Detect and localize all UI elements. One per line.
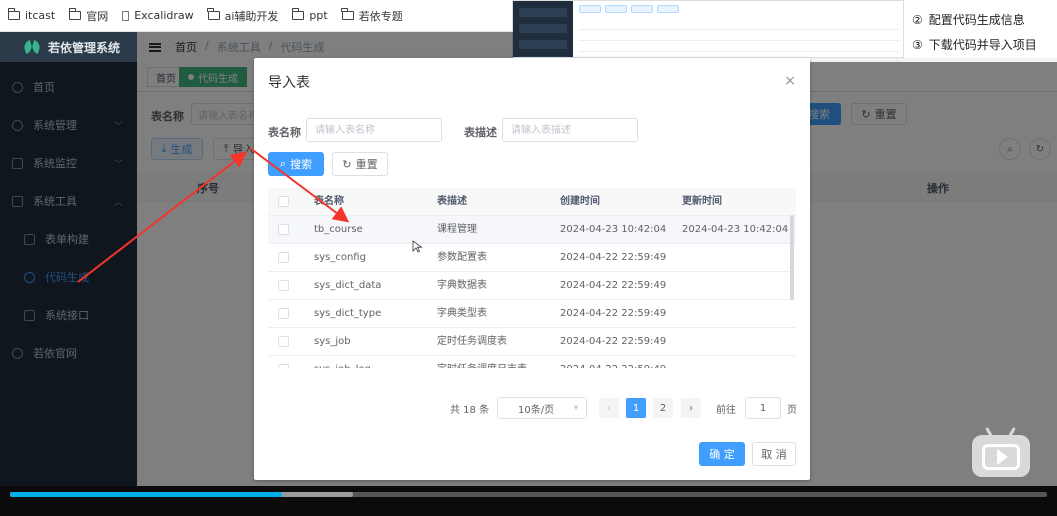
thumbnail-sidebar <box>513 1 573 57</box>
cell-table-desc: 定时任务调度表 <box>437 336 507 347</box>
cell-created: 2024-04-23 10:42:04 <box>560 224 667 235</box>
bookmark-item[interactable]: Excalidraw <box>122 9 194 22</box>
table-header: 表名称 表描述 创建时间 更新时间 <box>268 188 796 216</box>
row-checkbox[interactable] <box>278 336 289 347</box>
progress-played <box>10 492 282 497</box>
prev-page-button[interactable]: ‹ <box>599 398 619 418</box>
cell-table-desc: 字典类型表 <box>437 308 487 319</box>
row-checkbox[interactable] <box>278 224 289 235</box>
goto-label: 前往 <box>716 404 736 416</box>
pagination-total: 共 18 条 <box>450 404 490 416</box>
cell-table-name: sys_job <box>314 336 351 347</box>
table-row[interactable]: sys_dict_data 字典数据表 2024-04-22 22:59:49 <box>268 272 796 300</box>
tutorial-steps: ② 配置代码生成信息 ③ 下载代码并导入项目 <box>904 0 1057 58</box>
bookmark-item[interactable]: ai辅助开发 <box>207 8 279 24</box>
bookmark-item[interactable]: ppt <box>291 8 328 22</box>
app-title: 若依管理系统 <box>48 40 121 55</box>
page-unit-label: 页 <box>787 404 797 416</box>
row-checkbox[interactable] <box>278 308 289 319</box>
bookmark-label: 官网 <box>86 9 109 23</box>
cell-created: 2024-04-22 22:59:49 <box>560 336 667 347</box>
dialog-table-desc-input[interactable] <box>502 118 638 142</box>
row-checkbox[interactable] <box>278 252 289 263</box>
page-2-button[interactable]: 2 <box>653 398 673 418</box>
row-checkbox[interactable] <box>278 280 289 291</box>
import-table-dialog: 导入表 × 表名称 表描述 ⌕ 搜索 ↻ 重置 表名称 表描述 创建时间 更新时… <box>254 58 810 480</box>
play-icon <box>997 449 1008 465</box>
dialog-search-button[interactable]: ⌕ 搜索 <box>268 152 324 176</box>
dialog-table-desc-label: 表描述 <box>464 126 497 139</box>
search-icon: ⌕ <box>279 157 287 170</box>
close-icon[interactable]: × <box>784 73 796 89</box>
cell-table-desc: 课程管理 <box>437 224 477 235</box>
confirm-button[interactable]: 确 定 <box>699 442 745 466</box>
bookmark-item[interactable]: itcast <box>7 8 56 22</box>
table-row[interactable]: sys_job_log 定时任务调度日志表 2024-04-22 22:59:49 <box>268 356 796 368</box>
cell-created: 2024-04-22 22:59:49 <box>560 252 667 263</box>
logo-icon <box>24 41 40 53</box>
row-checkbox[interactable] <box>278 364 289 368</box>
cell-table-desc: 参数配置表 <box>437 252 487 263</box>
dialog-table-name-label: 表名称 <box>268 126 301 139</box>
sidebar-logo[interactable]: 若依管理系统 <box>0 32 137 62</box>
bookmark-label: Excalidraw <box>134 9 194 22</box>
folder-icon <box>7 8 20 20</box>
table-row[interactable]: sys_dict_type 字典类型表 2024-04-22 22:59:49 <box>268 300 796 328</box>
bookmark-item[interactable]: 官网 <box>68 8 109 24</box>
video-player-bar <box>0 486 1057 516</box>
cell-table-name: sys_job_log <box>314 356 371 368</box>
next-page-button[interactable]: › <box>681 398 701 418</box>
import-table: 表名称 表描述 创建时间 更新时间 tb_course 课程管理 2024-04-2… <box>268 188 796 368</box>
col-updated: 更新时间 <box>682 196 722 207</box>
table-scrollbar[interactable] <box>790 215 794 300</box>
cell-table-name: tb_course <box>314 224 363 235</box>
table-row[interactable]: tb_course 课程管理 2024-04-23 10:42:04 2024-04-… <box>268 216 796 244</box>
bookmark-label: ppt <box>309 9 328 22</box>
cell-created: 2024-04-22 22:59:49 <box>560 356 666 368</box>
bookmark-item[interactable]: 若依专题 <box>341 8 403 24</box>
cell-created: 2024-04-22 22:59:49 <box>560 308 667 319</box>
cell-table-name: sys_config <box>314 252 366 263</box>
cell-table-name: sys_dict_type <box>314 308 382 319</box>
cell-table-name: sys_dict_data <box>314 280 382 291</box>
goto-page-input[interactable]: 1 <box>745 397 781 419</box>
refresh-icon: ↻ <box>342 157 352 171</box>
cell-updated: 2024-04-23 10:42:04 <box>682 224 789 235</box>
folder-icon <box>68 8 82 20</box>
select-all-checkbox[interactable] <box>278 196 289 207</box>
cell-table-desc: 定时任务调度日志表 <box>437 356 527 368</box>
table-row[interactable]: sys_config 参数配置表 2024-04-22 22:59:49 <box>268 244 796 272</box>
folder-icon <box>291 8 305 20</box>
bookmark-label: ai辅助开发 <box>224 9 279 23</box>
page-1-button[interactable]: 1 <box>626 398 646 418</box>
dialog-reset-button[interactable]: ↻ 重置 <box>332 152 388 176</box>
dialog-title: 导入表 <box>268 75 310 91</box>
chevron-down-icon: ▾ <box>573 403 578 412</box>
cancel-button[interactable]: 取 消 <box>752 442 796 466</box>
bookmark-label: 若依专题 <box>358 9 403 23</box>
page-icon <box>122 10 130 21</box>
col-created: 创建时间 <box>560 196 600 207</box>
tutorial-thumbnail <box>512 0 904 58</box>
dialog-table-name-input[interactable] <box>306 118 442 142</box>
cell-created: 2024-04-22 22:59:49 <box>560 280 667 291</box>
folder-icon <box>341 8 354 20</box>
bookmarks-bar: itcast 官网 Excalidraw ai辅助开发 ppt 若依专题 <box>0 0 512 32</box>
step-3: ③ 下载代码并导入项目 <box>912 37 1037 53</box>
col-table-desc: 表描述 <box>437 196 467 207</box>
bookmark-label: itcast <box>25 9 56 22</box>
folder-icon <box>207 8 220 20</box>
table-row[interactable]: sys_job 定时任务调度表 2024-04-22 22:59:49 <box>268 328 796 356</box>
bilibili-tv-icon[interactable] <box>972 427 1030 477</box>
col-table-name: 表名称 <box>314 196 344 207</box>
thumbnail-table <box>579 5 899 52</box>
step-2: ② 配置代码生成信息 <box>912 12 1025 28</box>
cell-table-desc: 字典数据表 <box>437 280 487 291</box>
page-size-select[interactable]: 10条/页 ▾ <box>497 397 587 419</box>
